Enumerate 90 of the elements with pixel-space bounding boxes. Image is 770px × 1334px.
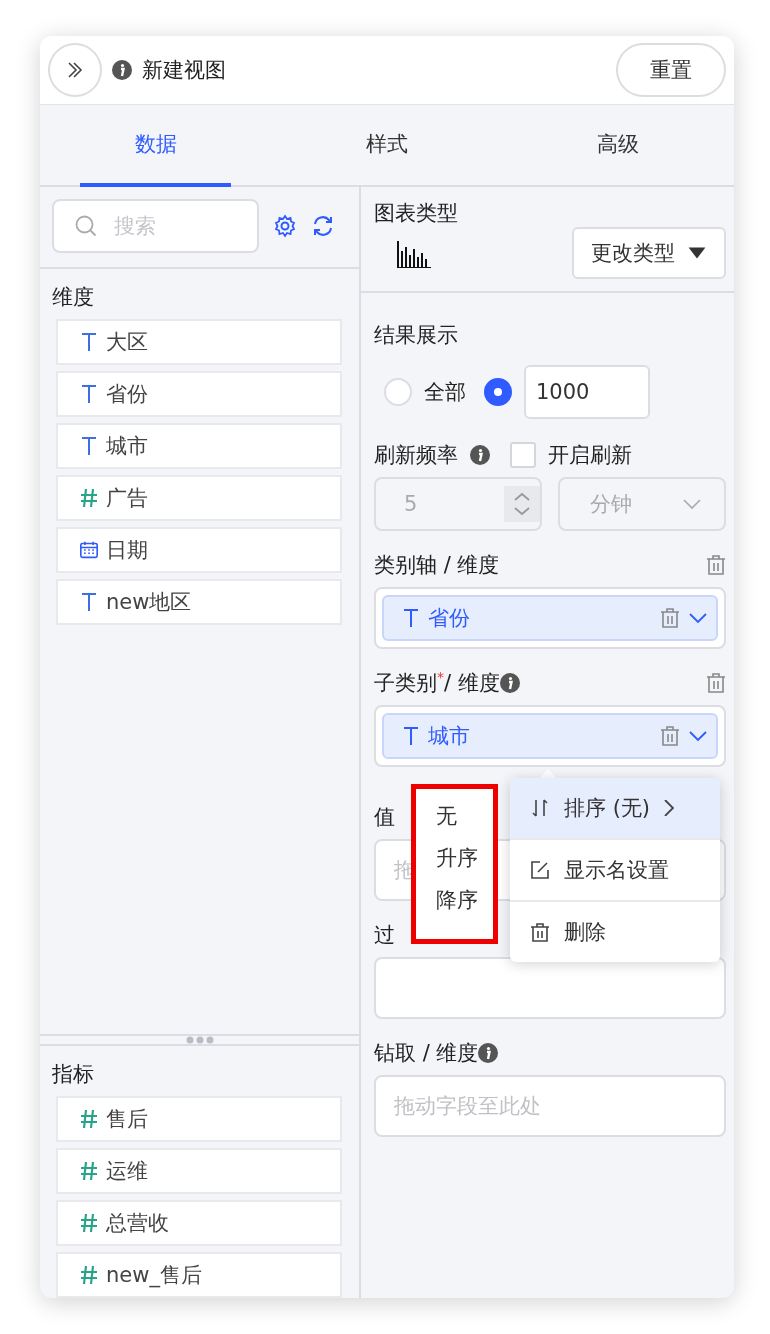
section-label: 结果展示: [374, 322, 459, 349]
section-title: 指标: [51, 1061, 95, 1088]
text-type-icon: [80, 383, 98, 405]
chevron-down-icon: [682, 497, 702, 511]
dropdown-caret-icon: [687, 246, 707, 260]
menu-item[interactable]: 降序: [416, 879, 493, 921]
text-type-icon: [80, 591, 98, 613]
text-type-icon: [402, 607, 420, 629]
edit-icon: [530, 860, 550, 880]
reset-button[interactable]: 重置: [616, 43, 726, 97]
field-name: 省份: [106, 381, 148, 408]
trash-icon: [530, 922, 550, 942]
change-type-button[interactable]: 更改类型: [572, 227, 726, 279]
field-name: 城市: [106, 433, 148, 460]
field-item[interactable]: 售后: [56, 1096, 342, 1142]
menu-item[interactable]: 删除: [510, 902, 720, 962]
hash-icon: [80, 1212, 98, 1234]
trash-icon[interactable]: [660, 725, 680, 747]
zone-label: 过: [374, 922, 395, 949]
calendar-icon: [80, 539, 98, 561]
zone-label: 类别轴 / 维度: [374, 552, 500, 579]
zone-label: 值: [374, 804, 395, 831]
field-name: 售后: [106, 1106, 148, 1133]
field-name: 广告: [106, 485, 148, 512]
field-name: new_售后: [106, 1262, 202, 1289]
info-icon: [112, 60, 132, 80]
field-item[interactable]: 城市: [56, 423, 342, 469]
settings-icon[interactable]: [273, 214, 297, 238]
hash-icon: [80, 1264, 98, 1286]
refresh-icon[interactable]: [311, 214, 335, 238]
drop-hint: 拖动字段至此处: [393, 1093, 542, 1120]
field-chip[interactable]: 城市: [382, 713, 718, 759]
field-name: 日期: [106, 537, 148, 564]
field-item[interactable]: 日期: [56, 527, 342, 573]
tab[interactable]: 数据: [80, 105, 232, 187]
tab[interactable]: 高级: [542, 105, 694, 187]
menu-item[interactable]: 排序 (无): [510, 778, 720, 840]
field-item[interactable]: new_售后: [56, 1252, 342, 1298]
tab[interactable]: 样式: [311, 105, 463, 187]
field-chip[interactable]: 省份: [382, 595, 718, 641]
field-item[interactable]: new地区: [56, 579, 342, 625]
field-name: 总营收: [106, 1210, 169, 1237]
menu-item[interactable]: 显示名设置: [510, 840, 720, 902]
checkbox-label: 开启刷新: [548, 442, 632, 469]
field-name: 省份: [428, 605, 471, 632]
view-title: 新建视图: [142, 57, 227, 84]
trash-icon[interactable]: [660, 607, 680, 629]
drop-zone[interactable]: 省份: [374, 587, 726, 649]
search-field[interactable]: 搜索: [52, 199, 259, 253]
section-label: 图表类型: [374, 200, 459, 227]
required-mark: *: [437, 669, 444, 685]
hash-icon: [80, 1108, 98, 1130]
sort-icon: [530, 798, 550, 818]
search-input[interactable]: 搜索: [112, 213, 236, 239]
chevron-down-icon[interactable]: [688, 611, 708, 625]
field-item[interactable]: 省份: [56, 371, 342, 417]
field-item[interactable]: 大区: [56, 319, 342, 365]
trash-icon[interactable]: [706, 672, 726, 694]
hash-icon: [80, 487, 98, 509]
zone-label: 子类别: [374, 670, 437, 697]
radio-label: 全部: [424, 379, 466, 406]
info-icon: [478, 1043, 499, 1063]
radio-button[interactable]: [484, 378, 512, 406]
field-name: 运维: [106, 1158, 148, 1185]
row-limit-field[interactable]: 1000: [524, 365, 650, 419]
field-name: new地区: [106, 589, 192, 616]
trash-icon[interactable]: [706, 554, 726, 576]
field-item[interactable]: 运维: [56, 1148, 342, 1194]
section-title: 维度: [51, 284, 95, 311]
field-name: 城市: [428, 723, 471, 750]
menu-item[interactable]: 无: [416, 795, 493, 837]
zone-label: 钻取 / 维度: [374, 1040, 479, 1067]
field-item[interactable]: 总营收: [56, 1200, 342, 1246]
hash-icon: [80, 1160, 98, 1182]
field-name: 大区: [106, 329, 148, 356]
expand-button[interactable]: [48, 43, 102, 97]
text-type-icon: [80, 435, 98, 457]
chevron-down-icon[interactable]: [688, 729, 708, 743]
field-item[interactable]: 广告: [56, 475, 342, 521]
zone-label: / 维度: [444, 670, 500, 697]
info-icon: [499, 673, 520, 693]
menu-item[interactable]: 升序: [416, 837, 493, 879]
text-type-icon: [402, 725, 420, 747]
text-type-icon: [80, 331, 98, 353]
drag-handle-icon[interactable]: [184, 1036, 215, 1044]
search-icon: [74, 214, 98, 238]
section-label: 刷新频率: [374, 442, 458, 469]
chevron-right-icon: [664, 800, 675, 816]
drop-zone[interactable]: 城市: [374, 705, 726, 767]
info-icon: [470, 445, 490, 465]
